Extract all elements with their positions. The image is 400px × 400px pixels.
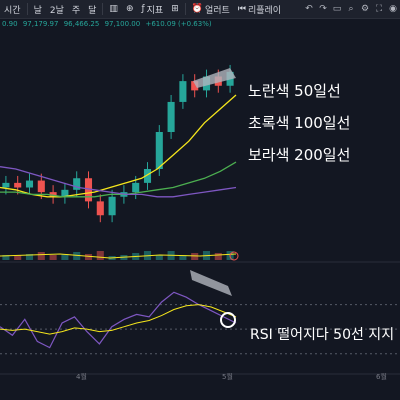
volume-bar bbox=[96, 251, 104, 260]
chart-type-button[interactable]: ▥ bbox=[105, 4, 122, 14]
volume-bar bbox=[191, 253, 199, 260]
candle bbox=[2, 182, 10, 188]
replay-label: 리플레이 bbox=[247, 5, 282, 16]
plus-icon: ⊕ bbox=[125, 4, 134, 14]
x-tick-may: 5월 bbox=[222, 373, 233, 381]
indicators-icon: ƒ bbox=[141, 4, 145, 14]
candle bbox=[25, 180, 34, 188]
volume-pane bbox=[0, 251, 237, 260]
month-label: 달 bbox=[88, 5, 97, 16]
rsi-ma-line bbox=[0, 304, 237, 335]
candle bbox=[179, 81, 187, 102]
candles-icon: ▥ bbox=[109, 4, 118, 14]
fullscreen-icon[interactable]: ⛶ bbox=[372, 2, 386, 16]
toolbar-right: ↶ ↷ ▭ ⌕ ⚙ ⛶ ◉ bbox=[302, 2, 400, 16]
undo-icon[interactable]: ↶ bbox=[302, 2, 316, 16]
indicators-button[interactable]: ƒ 지표 bbox=[137, 3, 167, 16]
annotation-arrows bbox=[190, 68, 239, 328]
chart-toolbar: 시간 날 2날 주 달 ▥ ⊕ ƒ 지표 ⊞ ⏰ 얼러트 ⏮ 리플레이 ↶ ↷ ▭ ⌕… bbox=[0, 0, 400, 19]
rsi-pane bbox=[0, 291, 400, 355]
rsi-arrow-icon bbox=[190, 270, 232, 296]
layout-icon[interactable]: ▭ bbox=[330, 2, 344, 16]
candle bbox=[96, 201, 104, 216]
toolbar-divider bbox=[102, 3, 104, 15]
compare-button[interactable]: ⊕ bbox=[122, 4, 138, 14]
alarm-icon: ⏰ bbox=[191, 4, 203, 14]
moving-average-line-0 bbox=[0, 94, 237, 198]
ma200-annotation: 보라색 200일선 bbox=[248, 146, 351, 164]
day-label: 날 bbox=[33, 5, 42, 16]
price-pane bbox=[0, 64, 237, 223]
x-tick-june: 6월 bbox=[376, 373, 387, 381]
rsi-line bbox=[0, 291, 237, 349]
moving-average-line-2 bbox=[0, 166, 237, 198]
candle bbox=[108, 196, 116, 216]
rsi-annotation: RSI 떨어지다 50선 지지 bbox=[250, 327, 395, 343]
week-button[interactable]: 주 bbox=[68, 3, 84, 16]
candle bbox=[155, 132, 163, 169]
two-day-label: 2날 bbox=[49, 5, 64, 16]
alert-label: 얼러트 bbox=[204, 5, 230, 16]
two-day-button[interactable]: 2날 bbox=[46, 3, 68, 16]
ma50-annotation: 노란색 50일선 bbox=[248, 82, 341, 100]
candle bbox=[132, 182, 140, 193]
settings-icon[interactable]: ⚙ bbox=[358, 2, 372, 16]
rewind-icon: ⏮ bbox=[237, 4, 246, 14]
search-icon[interactable]: ⌕ bbox=[344, 2, 358, 16]
volume-bar bbox=[37, 252, 45, 260]
candle bbox=[37, 180, 45, 193]
month-button[interactable]: 달 bbox=[84, 3, 100, 16]
volume-bar bbox=[214, 253, 222, 260]
day-button[interactable]: 날 bbox=[30, 3, 46, 16]
interval-label: 시간 bbox=[4, 5, 21, 16]
grid-icon: ⊞ bbox=[171, 4, 179, 14]
volume-bar bbox=[84, 254, 93, 260]
interval-button[interactable]: 시간 bbox=[0, 3, 25, 16]
replay-button[interactable]: ⏮ 리플레이 bbox=[234, 3, 285, 16]
indicators-label: 지표 bbox=[146, 5, 164, 16]
candle bbox=[14, 182, 22, 188]
volume-bar bbox=[155, 255, 163, 260]
volume-ma-line bbox=[0, 253, 237, 259]
volume-bar bbox=[49, 255, 57, 260]
rsi-highlight-circle bbox=[220, 312, 236, 328]
redo-icon[interactable]: ↷ bbox=[316, 2, 330, 16]
ma100-annotation: 초록색 100일선 bbox=[248, 114, 351, 132]
toolbar-divider bbox=[184, 3, 186, 15]
week-label: 주 bbox=[71, 5, 81, 16]
alert-button[interactable]: ⏰ 얼러트 bbox=[188, 3, 234, 16]
templates-button[interactable]: ⊞ bbox=[167, 4, 183, 14]
toolbar-divider bbox=[26, 3, 28, 15]
candle bbox=[167, 101, 175, 132]
moving-average-line-1 bbox=[0, 161, 237, 198]
x-tick-april: 4월 bbox=[76, 373, 87, 381]
camera-icon[interactable]: ◉ bbox=[386, 2, 400, 16]
